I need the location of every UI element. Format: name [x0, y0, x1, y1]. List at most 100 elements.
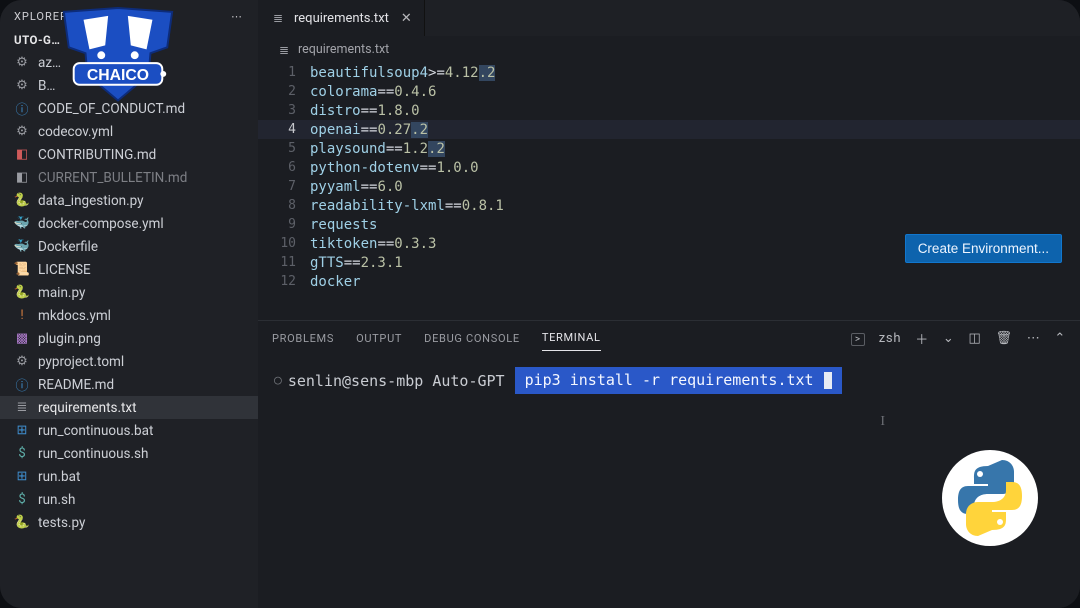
code-text: requests [310, 217, 377, 233]
line-number: 5 [276, 141, 310, 156]
list-icon: ≣ [270, 11, 286, 25]
file-item[interactable]: 📜LICENSE [0, 258, 258, 281]
gear-icon: ⚙ [14, 78, 30, 93]
file-label: run.bat [38, 469, 80, 485]
editor-region: ≣ requirements.txt ✕ ≣ requirements.txt … [258, 0, 1080, 608]
file-label: tests.py [38, 515, 85, 531]
shell-name[interactable]: zsh [879, 331, 901, 346]
file-item[interactable]: ≣requirements.txt [0, 396, 258, 419]
close-icon[interactable]: ✕ [401, 11, 412, 26]
code-line[interactable]: 9requests [258, 215, 1080, 234]
file-item[interactable]: 🐍data_ingestion.py [0, 189, 258, 212]
tab-output[interactable]: OUTPUT [356, 326, 402, 351]
py-icon: 🐍 [14, 285, 30, 300]
file-tree: ⚙az…⚙B…ⓘCODE_OF_CONDUCT.md⚙codecov.yml◧C… [0, 51, 258, 608]
file-item[interactable]: ◧CURRENT_BULLETIN.md [0, 166, 258, 189]
line-number: 7 [276, 179, 310, 194]
vscode-window: XPLORER ⋯ UTO-G… ⚙az…⚙B…ⓘCODE_OF_CONDUCT… [0, 0, 1080, 608]
tab-bar: ≣ requirements.txt ✕ [258, 0, 1080, 36]
tab-problems[interactable]: PROBLEMS [272, 326, 334, 351]
terminal-launch-icon[interactable]: > [851, 331, 865, 346]
terminal-command: pip3 install -r requirements.txt [515, 367, 842, 394]
file-label: docker-compose.yml [38, 216, 164, 232]
breadcrumb[interactable]: ≣ requirements.txt [258, 36, 1080, 63]
code-line[interactable]: 12docker [258, 272, 1080, 291]
info-icon: ⓘ [14, 99, 30, 118]
py-icon: 🐍 [14, 515, 30, 530]
file-item[interactable]: $run.sh [0, 488, 258, 511]
code-text: docker [310, 274, 361, 290]
terminal[interactable]: ○ senlin@sens-mbp Auto-GPT pip3 install … [258, 355, 1080, 608]
tab-debug-console[interactable]: DEBUG CONSOLE [424, 326, 520, 351]
code-line[interactable]: 8readability-lxml==0.8.1 [258, 196, 1080, 215]
trash-icon[interactable]: 🗑 [995, 331, 1012, 346]
file-item[interactable]: ⚙codecov.yml [0, 120, 258, 143]
file-label: mkdocs.yml [38, 308, 111, 324]
code-line[interactable]: 6python-dotenv==1.0.0 [258, 158, 1080, 177]
file-item[interactable]: $run_continuous.sh [0, 442, 258, 465]
bottom-panel: PROBLEMS OUTPUT DEBUG CONSOLE TERMINAL >… [258, 320, 1080, 608]
file-label: plugin.png [38, 331, 101, 347]
file-item[interactable]: ⚙B… [0, 74, 258, 97]
doc-icon: ◧ [14, 147, 30, 162]
tab-terminal[interactable]: TERMINAL [542, 325, 601, 351]
panel-actions: > zsh ＋ ⌄ ◫ 🗑 ⋯ ⌃ [851, 329, 1066, 348]
line-number: 10 [276, 236, 310, 251]
file-item[interactable]: ▩plugin.png [0, 327, 258, 350]
file-item[interactable]: ⓘCODE_OF_CONDUCT.md [0, 97, 258, 120]
file-item[interactable]: 🐳 docker-compose.yml [0, 212, 258, 235]
code-line[interactable]: 7pyyaml==6.0 [258, 177, 1080, 196]
chevron-up-icon[interactable]: ⌃ [1054, 331, 1066, 346]
file-label: README.md [38, 377, 114, 393]
gear-icon: ⚙ [14, 354, 30, 369]
line-number: 12 [276, 274, 310, 289]
line-number: 4 [276, 122, 310, 137]
terminal-prompt-line: ○ senlin@sens-mbp Auto-GPT pip3 install … [274, 367, 1064, 394]
file-label: codecov.yml [38, 124, 113, 140]
chevron-down-icon[interactable]: ⌄ [943, 331, 955, 346]
code-text: openai==0.27.2 [310, 122, 428, 138]
explorer-header: XPLORER ⋯ [0, 4, 258, 29]
more-icon[interactable]: ⋯ [231, 10, 244, 23]
code-text: python-dotenv==1.0.0 [310, 160, 479, 176]
file-item[interactable]: 🐍main.py [0, 281, 258, 304]
explorer-sidebar: XPLORER ⋯ UTO-G… ⚙az…⚙B…ⓘCODE_OF_CONDUCT… [0, 0, 258, 608]
file-item[interactable]: ⊞run.bat [0, 465, 258, 488]
file-item[interactable]: ⚙pyproject.toml [0, 350, 258, 373]
file-item[interactable]: ⓘ README.md [0, 373, 258, 396]
docker-icon: 🐳 [14, 216, 30, 231]
split-terminal-icon[interactable]: ◫ [969, 331, 982, 346]
line-number: 11 [276, 255, 310, 270]
code-text: tiktoken==0.3.3 [310, 236, 436, 252]
code-line[interactable]: 3distro==1.8.0 [258, 101, 1080, 120]
more-icon[interactable]: ⋯ [1027, 331, 1041, 346]
list-icon: ≣ [14, 400, 30, 415]
file-item[interactable]: 🐳Dockerfile [0, 235, 258, 258]
explorer-title: XPLORER [14, 10, 68, 23]
file-item[interactable]: 🐍 tests.py [0, 511, 258, 534]
code-line[interactable]: 1beautifulsoup4>=4.12.2 [258, 63, 1080, 82]
file-label: CONTRIBUTING.md [38, 147, 156, 163]
new-terminal-icon[interactable]: ＋ [915, 329, 929, 348]
line-number: 1 [276, 65, 310, 80]
code-line[interactable]: 5playsound==1.2.2 [258, 139, 1080, 158]
info-icon: ⓘ [14, 375, 30, 394]
ibeam-cursor-icon: I [880, 414, 885, 430]
code-line[interactable]: 4openai==0.27.2 [258, 120, 1080, 139]
file-item[interactable]: ⚙az… [0, 51, 258, 74]
code-text: colorama==0.4.6 [310, 84, 436, 100]
breadcrumb-label: requirements.txt [298, 42, 389, 57]
sh-icon: $ [14, 446, 30, 461]
create-environment-button[interactable]: Create Environment... [905, 234, 1062, 263]
docker-icon: 🐳 [14, 239, 30, 254]
line-number: 3 [276, 103, 310, 118]
tab-requirements[interactable]: ≣ requirements.txt ✕ [258, 0, 425, 36]
code-line[interactable]: 2colorama==0.4.6 [258, 82, 1080, 101]
file-item[interactable]: ⊞run_continuous.bat [0, 419, 258, 442]
code-text: distro==1.8.0 [310, 103, 420, 119]
line-number: 8 [276, 198, 310, 213]
code-editor[interactable]: 1beautifulsoup4>=4.12.22colorama==0.4.63… [258, 63, 1080, 320]
file-item[interactable]: !mkdocs.yml [0, 304, 258, 327]
file-item[interactable]: ◧ CONTRIBUTING.md [0, 143, 258, 166]
root-folder[interactable]: UTO-G… [0, 29, 258, 51]
